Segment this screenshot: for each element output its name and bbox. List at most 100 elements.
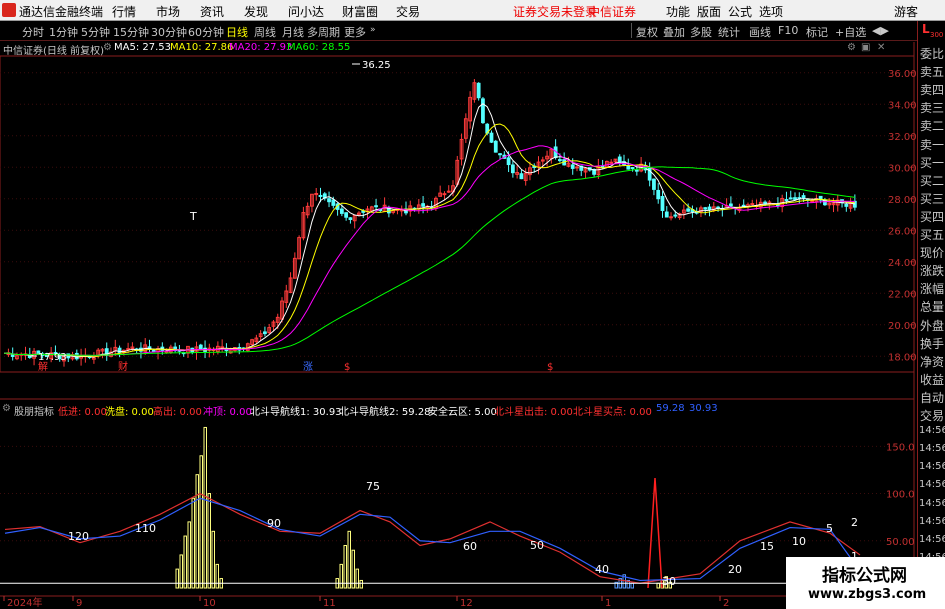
panel-arrows-icon[interactable]: ◀▶ (872, 24, 889, 37)
menu-hangqing[interactable]: 行情 (112, 3, 136, 20)
candle-body (506, 157, 511, 166)
sidebar-item[interactable]: 收益 (920, 371, 944, 388)
tool-biaoji[interactable]: 标记 (806, 24, 828, 40)
sidebar-item[interactable]: 涨幅 (920, 280, 944, 297)
sidebar-item[interactable]: 14:56 (919, 534, 945, 545)
menu-gongshi[interactable]: 公式 (728, 3, 752, 20)
indicator-value-label: 30 (662, 575, 676, 588)
candle-body (728, 203, 733, 207)
sidebar-item[interactable]: 卖三 (920, 99, 944, 116)
sidebar-item[interactable]: 14:56 (919, 443, 945, 454)
sidebar-item[interactable]: 14:56 (919, 461, 945, 472)
tool-f10[interactable]: F10 (778, 24, 798, 37)
gear-icon[interactable]: ⚙ (847, 42, 856, 53)
sidebar-item[interactable]: 净资 (920, 353, 944, 370)
menu-faxian[interactable]: 发现 (244, 3, 268, 20)
watermark: 指标公式网 www.zbgs3.com (786, 557, 945, 609)
sidebar-item[interactable]: 卖五 (920, 63, 944, 80)
tab-60min[interactable]: 60分钟 (188, 24, 224, 40)
menu-gongneng[interactable]: 功能 (666, 3, 690, 20)
collapse-icon[interactable]: ▣ (861, 42, 870, 53)
ma60-label: MA60: 28.55 (287, 42, 351, 53)
menu-xuanxiang[interactable]: 选项 (759, 3, 783, 20)
indicator-bar (630, 582, 634, 589)
indicator-gear-icon[interactable]: ⚙ (2, 403, 11, 414)
sidebar-item[interactable]: 14:56 (919, 516, 945, 527)
tab-more[interactable]: 更多 (344, 24, 366, 40)
tab-15min[interactable]: 15分钟 (113, 24, 149, 40)
indicator-value-label: 110 (135, 522, 156, 535)
settings-gear-icon[interactable]: ⚙ (103, 42, 112, 53)
tool-duogu[interactable]: 多股 (690, 24, 712, 40)
candle-body (498, 153, 502, 156)
indicator-bar (351, 549, 355, 589)
tool-fuquan[interactable]: 复权 (636, 24, 658, 40)
indicator-bar (656, 582, 660, 589)
sidebar-item[interactable]: 总量 (920, 298, 944, 315)
tool-huaxian[interactable]: 画线 (749, 24, 771, 40)
indicator-name[interactable]: 股朋指标 (14, 403, 54, 418)
menu-wenxiaoda[interactable]: 问小达 (288, 3, 324, 20)
sidebar-item[interactable]: 委比 (920, 45, 944, 62)
sidebar-item[interactable]: 卖二 (920, 117, 944, 134)
price-tick-label: 28.00 (888, 195, 917, 206)
sidebar-item[interactable]: 交易 (920, 407, 944, 424)
sidebar-item[interactable]: 买二 (920, 172, 944, 189)
event-marker: 涨 (303, 361, 313, 373)
tab-30min[interactable]: 30分钟 (151, 24, 187, 40)
menu-shichang[interactable]: 市场 (156, 3, 180, 20)
sidebar-item[interactable]: 涨跌 (920, 262, 944, 279)
tool-diejia[interactable]: 叠加 (663, 24, 685, 40)
sidebar-item[interactable]: 14:56 (919, 479, 945, 490)
indicator-value-label: 75 (366, 480, 380, 493)
t-marker: T (189, 210, 197, 223)
period-toolbar: 分时 1分钟 5分钟 15分钟 30分钟 60分钟 日线 周线 月线 多周期 更… (0, 21, 945, 41)
menu-caifuquan[interactable]: 财富圈 (342, 3, 378, 20)
side-badge[interactable]: L 300 (917, 21, 945, 42)
tab-weekly[interactable]: 周线 (254, 24, 276, 40)
tab-multi-period[interactable]: 多周期 (307, 24, 340, 40)
indicator-bar (355, 568, 359, 589)
menu-jiaoyi[interactable]: 交易 (396, 3, 420, 20)
tab-monthly[interactable]: 月线 (282, 24, 304, 40)
sidebar-item[interactable]: 外盘 (920, 317, 944, 334)
kline-chart[interactable]: 36.00 34.00 32.00 30.00 28.00 26.00 24.00 22.00… (0, 0, 945, 609)
sidebar-item[interactable]: 现价 (920, 244, 944, 261)
ma20-label: MA20: 27.93 (229, 42, 293, 53)
indicator-bar (207, 493, 211, 589)
candle-body (493, 140, 498, 153)
candle-body (664, 211, 669, 218)
tool-add-watchlist[interactable]: +自选 (835, 24, 866, 40)
indicator-value-label: 90 (267, 517, 281, 530)
sidebar-item[interactable]: 卖四 (920, 81, 944, 98)
candle-body (489, 132, 494, 143)
tab-5min[interactable]: 5分钟 (81, 24, 110, 40)
menu-banmian[interactable]: 版面 (697, 3, 721, 20)
time-tick-label: 12 (460, 598, 473, 609)
sidebar-item[interactable]: 卖一 (920, 136, 944, 153)
candle-body (570, 164, 575, 169)
tab-fenshi[interactable]: 分时 (22, 24, 44, 40)
stock-title[interactable]: 中信证券(日线 前复权) (3, 42, 104, 57)
signal-spike (647, 477, 663, 589)
tab-1min[interactable]: 1分钟 (49, 24, 78, 40)
sidebar-item[interactable]: 自动 (920, 389, 944, 406)
sidebar-item[interactable]: 买一 (920, 154, 944, 171)
legend-value-a: 59.28 (656, 403, 685, 414)
menu-zixun[interactable]: 资讯 (200, 3, 224, 20)
login-notice[interactable]: 证券交易未登录 (513, 3, 597, 20)
user-label[interactable]: 游客 (894, 3, 918, 20)
sidebar-item[interactable]: 买三 (920, 190, 944, 207)
tool-tongji[interactable]: 统计 (718, 24, 740, 40)
sidebar-item[interactable]: 14:56 (919, 498, 945, 509)
tab-daily[interactable]: 日线 (226, 24, 248, 40)
close-icon[interactable]: ✕ (877, 42, 885, 53)
candle-body (575, 166, 579, 169)
chevron-down-icon[interactable]: » (370, 25, 376, 35)
sidebar-item[interactable]: 换手 (920, 335, 944, 352)
candle-body (446, 190, 451, 193)
sidebar-item[interactable]: 14:56 (919, 425, 945, 436)
candle-body (656, 189, 661, 200)
sidebar-item[interactable]: 买五 (920, 226, 944, 243)
sidebar-item[interactable]: 买四 (920, 208, 944, 225)
